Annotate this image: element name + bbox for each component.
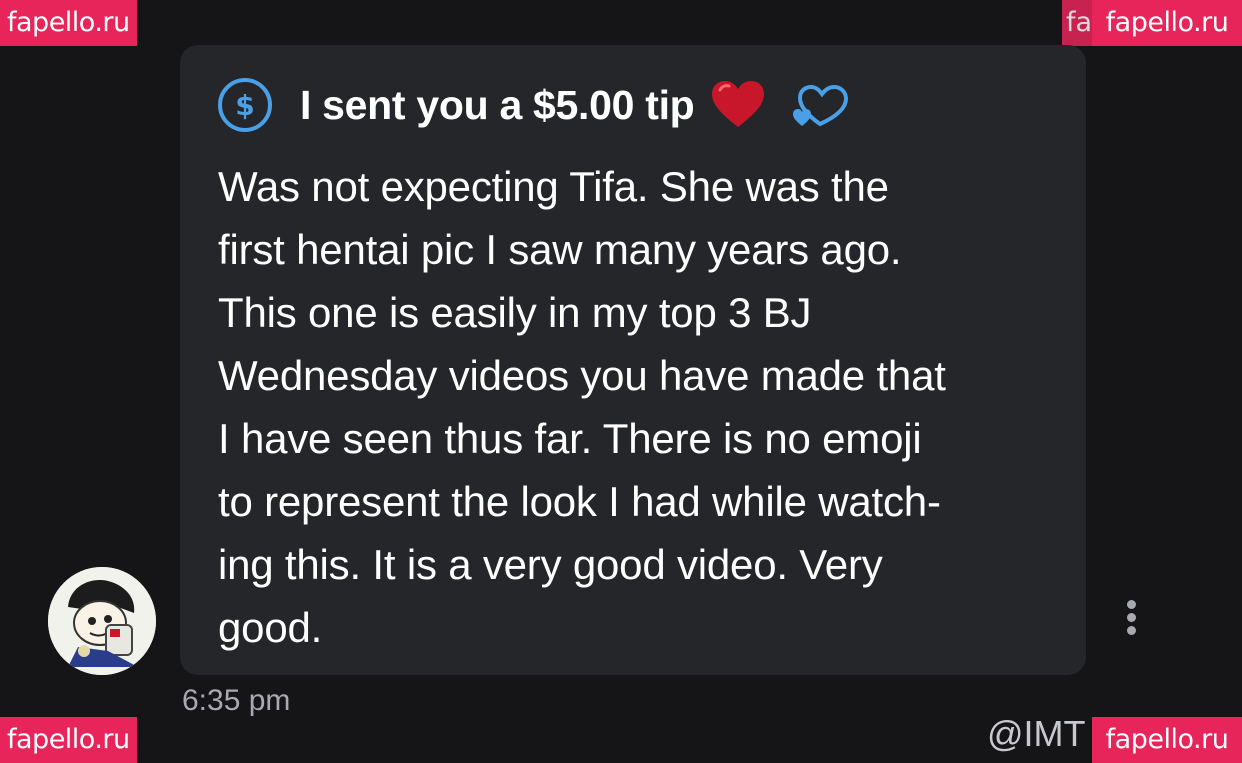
message-line: first hentai pic I saw many years ago.	[218, 226, 902, 273]
creator-handle: @IMT	[987, 713, 1086, 754]
blue-hearts-icon	[793, 84, 849, 127]
watermark-top-right: fapello.ru	[1092, 0, 1242, 46]
message-timestamp: 6:35 pm	[182, 684, 291, 717]
message-body: Was not expecting Tifa. She was the firs…	[218, 155, 1068, 659]
message-line: I have seen thus far. There is no emoji	[218, 415, 922, 462]
watermark-bottom-right: fapello.ru	[1092, 717, 1242, 763]
message-line: This one is easily in my top 3 BJ	[218, 289, 812, 336]
red-heart-icon	[712, 81, 765, 127]
avatar-image	[48, 567, 156, 675]
dollar-circle-icon: $	[218, 78, 272, 132]
tip-header: $ I sent you a $5.00 tip	[218, 75, 852, 135]
watermark-top-right-ghost: fa	[1062, 0, 1092, 46]
watermark-bottom-left: fapello.ru	[0, 717, 137, 763]
message-bubble: $ I sent you a $5.00 tip Was not expecti…	[180, 45, 1086, 675]
message-line: good.	[218, 604, 323, 651]
tip-text: I sent you a $5.00 tip	[300, 81, 695, 128]
message-line: Was not expecting Tifa. She was the	[218, 163, 889, 210]
message-line: to represent the look I had while watch-	[218, 478, 941, 525]
watermark-top-left: fapello.ru	[0, 0, 137, 46]
message-line: Wednesday videos you have made that	[218, 352, 946, 399]
message-line: ing this. It is a very good video. Very	[218, 541, 883, 588]
avatar[interactable]	[48, 567, 156, 675]
more-vertical-icon[interactable]	[1120, 600, 1142, 640]
